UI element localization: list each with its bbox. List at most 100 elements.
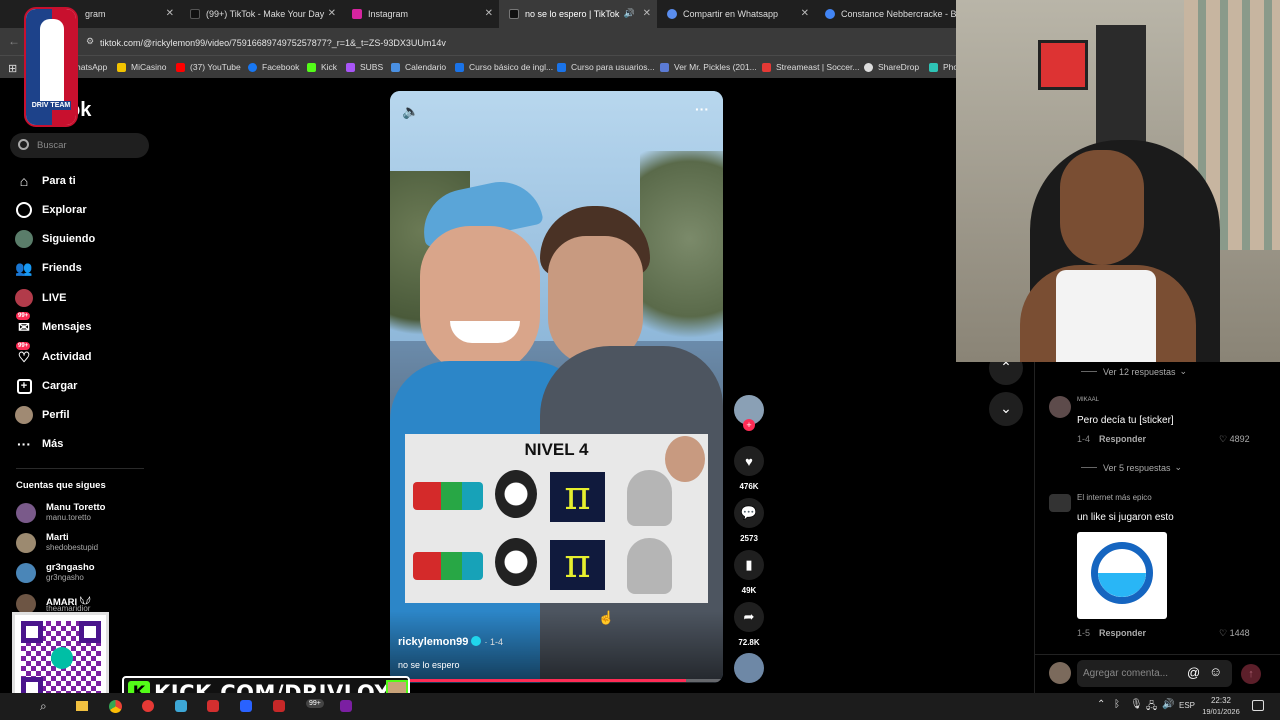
bookmark-item[interactable]: Ver Mr. Pickles (201... bbox=[660, 62, 757, 72]
close-tab-icon[interactable]: ✕ bbox=[328, 8, 336, 19]
microphone-icon[interactable]: 🎙 bbox=[1130, 699, 1143, 710]
app-icon[interactable] bbox=[240, 700, 252, 712]
app-icon[interactable] bbox=[175, 700, 187, 712]
bluetooth-icon[interactable]: ᛒ bbox=[1114, 699, 1120, 710]
volume-icon[interactable]: 🔈 bbox=[402, 103, 419, 120]
more-options-icon[interactable]: ··· bbox=[695, 101, 709, 117]
comment-like-button[interactable]: ♡ 1448 bbox=[1219, 628, 1250, 639]
mention-icon[interactable]: @ bbox=[1187, 665, 1200, 680]
speaker-icon[interactable]: 🔊 bbox=[624, 8, 635, 19]
activity-icon: ♡ 99+ bbox=[16, 342, 31, 365]
video-player[interactable]: 🔈 ··· NIVEL 4 π π ☝ rickylemon99 · 1-4 n… bbox=[390, 91, 723, 683]
bookmark-item[interactable]: (37) YouTube bbox=[176, 62, 241, 72]
follow-plus-icon[interactable]: + bbox=[743, 419, 755, 431]
chrome-icon[interactable] bbox=[109, 700, 122, 713]
circle-logo-icon bbox=[1091, 542, 1153, 604]
send-comment-button[interactable]: ↑ bbox=[1241, 664, 1261, 684]
close-tab-icon[interactable]: ✕ bbox=[801, 8, 809, 19]
bookmark-item[interactable]: Pho bbox=[929, 62, 956, 72]
address-bar: ← ⚙ tiktok.com/@rickylemon99/video/75916… bbox=[0, 28, 956, 55]
bookmark-item[interactable]: ShareDrop bbox=[864, 62, 919, 72]
nav-item-siguiendo[interactable]: Siguiendo bbox=[14, 226, 95, 252]
avatar bbox=[16, 563, 36, 583]
comment-author[interactable]: El internet más epico bbox=[1077, 493, 1152, 502]
nav-item-para-ti[interactable]: ⌂ Para ti bbox=[14, 168, 76, 194]
app-icon[interactable] bbox=[142, 700, 154, 712]
comment-button[interactable]: 💬 2573 bbox=[734, 498, 764, 543]
nav-item-cargar[interactable]: + Cargar bbox=[14, 373, 77, 399]
save-button[interactable]: ▮ 49K bbox=[734, 550, 764, 595]
bookmark-item[interactable]: Streameast | Soccer... bbox=[762, 62, 859, 72]
view-replies-button[interactable]: Ver 12 respuestas ⌄ bbox=[1081, 366, 1187, 377]
bookmark-item[interactable]: Curso para usuarios... bbox=[557, 62, 655, 72]
clock-time[interactable]: 22:32 bbox=[1203, 696, 1239, 705]
browser-tab[interactable]: (99+) TikTok - Make Your Day ✕ bbox=[180, 0, 342, 28]
avatar[interactable] bbox=[1049, 494, 1071, 512]
bookmark-item[interactable]: Curso básico de ingl... bbox=[455, 62, 553, 72]
nav-item-explorar[interactable]: Explorar bbox=[14, 197, 87, 223]
like-button[interactable]: ♥ 476K bbox=[734, 446, 764, 491]
file-explorer-icon[interactable] bbox=[76, 701, 88, 711]
share-button[interactable]: ➦ 72.8K bbox=[734, 602, 764, 647]
friends-icon: 👥 bbox=[15, 259, 33, 276]
following-icon bbox=[14, 229, 34, 249]
nav-item-perfil[interactable]: Perfil bbox=[14, 402, 70, 428]
panda-icon bbox=[495, 470, 537, 518]
music-disc-button[interactable] bbox=[734, 653, 764, 683]
search-icon[interactable]: ⌕ bbox=[40, 699, 47, 714]
browser-tab[interactable]: Constance Nebbercracke - Bus bbox=[815, 0, 956, 28]
emoji-icon[interactable]: ☺ bbox=[1209, 664, 1222, 679]
view-replies-button[interactable]: Ver 5 respuestas ⌄ bbox=[1081, 462, 1182, 473]
language-indicator[interactable]: ESP bbox=[1179, 701, 1195, 710]
close-tab-icon[interactable]: ✕ bbox=[485, 8, 493, 19]
network-icon[interactable]: 🖧 bbox=[1146, 699, 1157, 716]
comment-input[interactable]: Agregar comenta... bbox=[1083, 668, 1168, 679]
browser-tab[interactable]: Instagram ✕ bbox=[342, 0, 499, 28]
video-author-row[interactable]: rickylemon99 · 1-4 bbox=[398, 636, 503, 648]
bookmark-item[interactable]: MiCasino bbox=[117, 62, 166, 72]
bookmark-item[interactable]: Facebook bbox=[248, 62, 299, 72]
reply-button[interactable]: Responder bbox=[1099, 434, 1146, 444]
search-input[interactable]: Buscar bbox=[37, 140, 67, 151]
site-info-icon[interactable]: ⚙ bbox=[86, 36, 94, 47]
nav-item-mas[interactable]: ··· Más bbox=[14, 431, 63, 457]
nav-item-actividad[interactable]: ♡ 99+ Actividad bbox=[14, 342, 92, 370]
notification-badge: 99+ bbox=[16, 342, 31, 350]
comment-like-button[interactable]: ♡ 4892 bbox=[1219, 434, 1250, 445]
nav-item-live[interactable]: LIVE bbox=[14, 285, 66, 311]
nav-item-mensajes[interactable]: ✉ 99+ Mensajes bbox=[14, 312, 92, 340]
reply-button[interactable]: Responder bbox=[1099, 628, 1146, 638]
browser-tab[interactable]: Compartir en Whatsapp ✕ bbox=[657, 0, 815, 28]
tray-chevron-up-icon[interactable]: ⌃ bbox=[1097, 699, 1105, 710]
progress-track[interactable] bbox=[390, 679, 723, 682]
bookmark-item[interactable]: hatsApp bbox=[76, 62, 107, 72]
app-icon[interactable] bbox=[340, 700, 352, 712]
search-bar[interactable]: Buscar bbox=[10, 133, 149, 158]
tab-label: gram bbox=[85, 9, 106, 19]
url-field[interactable]: tiktok.com/@rickylemon99/video/759166897… bbox=[100, 38, 446, 48]
back-icon[interactable]: ← bbox=[8, 34, 20, 48]
close-tab-icon[interactable]: ✕ bbox=[643, 8, 651, 19]
bookmark-item[interactable]: Kick bbox=[307, 62, 337, 72]
notifications-icon[interactable] bbox=[1252, 700, 1264, 711]
close-tab-icon[interactable]: ✕ bbox=[166, 8, 174, 19]
more-icon: ··· bbox=[17, 436, 31, 452]
next-video-button[interactable]: ⌄ bbox=[989, 392, 1023, 426]
clock-date[interactable]: 19/01/2026 bbox=[1200, 707, 1242, 716]
video-author[interactable]: rickylemon99 bbox=[398, 636, 468, 648]
avatar[interactable] bbox=[1049, 396, 1071, 418]
browser-tab-active[interactable]: no se lo espero | TikTok 🔊 ✕ bbox=[499, 0, 657, 28]
bookmark-item[interactable]: Calendario bbox=[391, 62, 446, 72]
bookmark-label: SUBS bbox=[360, 62, 384, 72]
comment-text: un like si jugaron esto bbox=[1077, 512, 1174, 523]
author-avatar-button[interactable]: + bbox=[734, 395, 764, 431]
apps-icon[interactable]: ⊞ bbox=[8, 62, 17, 75]
like-count: 476K bbox=[739, 482, 759, 491]
nav-item-friends[interactable]: 👥 Friends bbox=[14, 255, 81, 281]
volume-icon[interactable]: 🔊 bbox=[1162, 699, 1174, 710]
app-icon[interactable] bbox=[273, 700, 285, 712]
comment-author[interactable]: MIKAAL bbox=[1077, 397, 1099, 403]
bookmark-item[interactable]: SUBS bbox=[346, 62, 383, 72]
comment-input-box[interactable]: Agregar comenta... @ ☺ bbox=[1077, 660, 1232, 687]
app-icon[interactable] bbox=[207, 700, 219, 712]
